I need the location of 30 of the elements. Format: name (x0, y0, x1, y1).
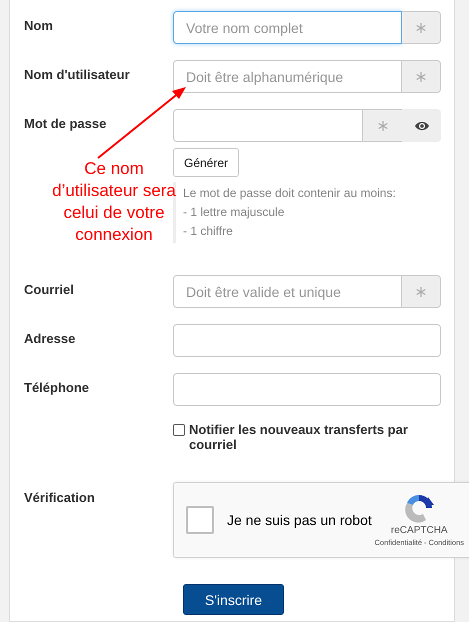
field-label: Nom (24, 17, 54, 33)
checkbox[interactable] (173, 424, 185, 436)
submit-button[interactable]: S'inscrire (183, 584, 284, 615)
asterisk-icon (416, 22, 426, 32)
checkbox-label: Notifier les nouveaux transferts par courriel (189, 422, 409, 452)
help-text: - 1 lettre majuscule (183, 204, 286, 221)
field-label: Mot de passe (24, 115, 108, 131)
captcha-label: Je ne suis pas un robot (227, 512, 372, 528)
field-label: Adresse (24, 330, 76, 346)
field-label: Téléphone (24, 379, 90, 395)
input-field[interactable] (173, 109, 363, 142)
circular-arrows-icon (404, 493, 434, 523)
field-label: Courriel (24, 281, 75, 297)
input-field[interactable] (173, 324, 441, 357)
captcha-checkbox[interactable] (186, 506, 214, 534)
asterisk-icon (378, 120, 388, 130)
input-field[interactable] (173, 373, 441, 406)
generate-button[interactable]: Générer (173, 148, 240, 177)
asterisk-icon (416, 72, 426, 82)
eye-icon (414, 120, 430, 132)
show-password-button[interactable] (402, 109, 441, 142)
captcha-brand: reCAPTCHA (390, 525, 448, 536)
input-field[interactable]: Doit être alphanumérique (173, 60, 402, 93)
asterisk-icon (416, 286, 426, 296)
field-label: Nom d'utilisateur (24, 66, 131, 82)
field-label: Vérification (24, 489, 96, 505)
help-text: - 1 chiffre (183, 223, 234, 240)
help-text: Le mot de passe doit contenir au moins: (183, 185, 396, 202)
input-field[interactable]: Doit être valide et unique (173, 275, 402, 308)
input-field[interactable]: Votre nom complet (173, 11, 402, 44)
